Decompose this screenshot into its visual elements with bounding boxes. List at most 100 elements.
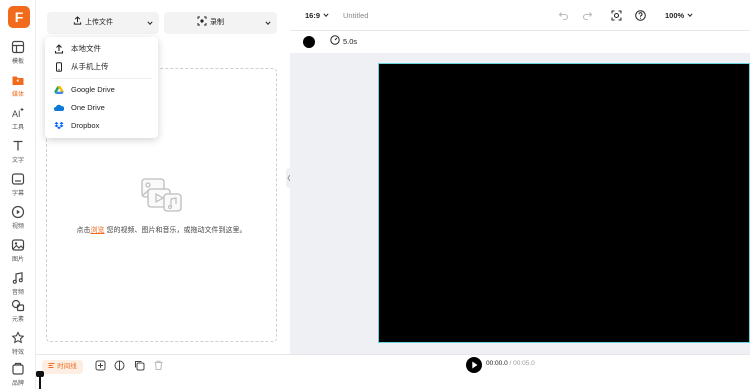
menu-item-dropbox[interactable]: Dropbox xyxy=(45,118,158,134)
rail-item-video[interactable]: 视频 xyxy=(0,205,36,235)
dropzone-suffix: 您的视频、图片和音乐，或拖动文件到这里。 xyxy=(104,227,247,234)
duration-control[interactable]: 5.0s xyxy=(330,31,357,53)
rail-item-elements[interactable]: 元素 xyxy=(0,298,36,328)
project-title[interactable]: Untitled xyxy=(343,0,368,31)
playback-time: 00:00.0 / 00:05.0 xyxy=(486,360,535,367)
rail-label: 特效 xyxy=(11,350,24,356)
svg-text:AI: AI xyxy=(12,109,21,119)
rail-item-media[interactable]: 媒体 xyxy=(0,73,36,103)
rail-label: 文字 xyxy=(11,158,24,164)
browse-link[interactable]: 浏览 xyxy=(91,227,105,234)
menu-item-label: Google Drive xyxy=(71,85,115,94)
canvas-workspace: 16:9 Untitled 100% 5.0s xyxy=(290,0,750,354)
record-button-label: 录制 xyxy=(210,19,224,26)
rail-item-music[interactable]: 音频 xyxy=(0,271,36,301)
timeline-icon xyxy=(48,363,55,368)
timeline-toggle-button[interactable]: 时间线 xyxy=(42,360,83,374)
rail-item-subtitle[interactable]: 字幕 xyxy=(0,172,36,202)
upload-button-label: 上传文件 xyxy=(85,19,113,26)
rail-item-text[interactable]: 文字 xyxy=(0,139,36,169)
text-icon xyxy=(13,140,23,151)
rail-item-image[interactable]: 图片 xyxy=(0,238,36,268)
video-canvas[interactable] xyxy=(378,63,750,343)
record-button[interactable]: 录制 xyxy=(164,12,277,34)
upload-icon xyxy=(73,16,82,25)
aspect-ratio-value: 16:9 xyxy=(305,11,321,20)
record-icon xyxy=(197,16,207,26)
rail-item-tools[interactable]: AI 工具 xyxy=(0,106,36,136)
menu-item-phone-upload[interactable]: 从手机上传 xyxy=(45,59,158,75)
image-icon xyxy=(11,239,25,251)
canvas-toolbar: 5.0s xyxy=(290,31,750,53)
chevron-down-icon xyxy=(687,13,693,17)
zoom-value: 100% xyxy=(665,11,685,20)
app-logo[interactable]: F xyxy=(8,6,30,28)
aspect-ratio-select[interactable]: 16:9 xyxy=(305,0,329,31)
subtitle-icon xyxy=(11,173,25,185)
rail-label: 音频 xyxy=(11,290,24,296)
duration-value: 5.0s xyxy=(343,37,358,46)
menu-item-label: One Drive xyxy=(71,103,105,112)
rail-label: 图片 xyxy=(11,257,24,263)
onedrive-icon xyxy=(54,104,64,111)
left-rail: F 模板 媒体 AI 工具 文字 字幕 视频 图片 音频 元素 特效 品牌 xyxy=(0,0,36,389)
dropbox-icon xyxy=(54,122,64,130)
upload-files-button[interactable]: 上传文件 xyxy=(47,12,159,34)
phone-icon xyxy=(56,62,62,72)
rail-label: 字幕 xyxy=(11,191,24,197)
rail-label: 模板 xyxy=(11,59,24,65)
rail-item-effects[interactable]: 特效 xyxy=(0,331,36,361)
chevron-down-icon xyxy=(323,13,329,17)
music-icon xyxy=(12,272,23,284)
rail-label: 工具 xyxy=(11,125,24,131)
video-icon xyxy=(11,205,25,219)
background-color-swatch[interactable] xyxy=(303,36,315,48)
capture-frame-icon[interactable] xyxy=(611,10,622,21)
undo-icon[interactable] xyxy=(558,10,569,21)
menu-item-label: Dropbox xyxy=(71,121,100,130)
rail-item-template[interactable]: 模板 xyxy=(0,40,36,70)
menu-item-one-drive[interactable]: One Drive xyxy=(45,100,158,116)
menu-item-google-drive[interactable]: Google Drive xyxy=(45,82,158,98)
effects-icon xyxy=(11,331,25,344)
help-icon[interactable] xyxy=(635,10,646,21)
menu-item-local-file[interactable]: 本地文件 xyxy=(45,41,158,57)
zoom-select[interactable]: 100% xyxy=(665,0,693,31)
rail-label: 元素 xyxy=(11,317,24,323)
template-icon xyxy=(11,40,25,54)
timeline-bar: 时间线 00:00.0 / 00:05.0 xyxy=(36,354,750,389)
dropzone-text: 点击浏览 您的视频、图片和音乐，或拖动文件到这里。 xyxy=(47,225,276,235)
top-bar: 16:9 Untitled 100% xyxy=(290,0,750,31)
redo-icon[interactable] xyxy=(582,10,593,21)
rail-label: 视频 xyxy=(11,224,24,230)
media-files-illustration-icon xyxy=(141,178,182,212)
split-icon[interactable] xyxy=(114,360,125,371)
dropzone-prefix: 点击 xyxy=(76,227,91,234)
upload-icon xyxy=(54,44,64,54)
play-button[interactable] xyxy=(466,357,482,373)
ai-tools-icon: AI xyxy=(12,107,24,119)
brand-icon xyxy=(12,362,24,375)
upload-source-menu: 本地文件 从手机上传 Google Drive One Drive Dropbo… xyxy=(45,37,158,138)
google-drive-icon xyxy=(54,86,64,94)
editor-app: F 模板 媒体 AI 工具 文字 字幕 视频 图片 音频 元素 特效 品牌 上传… xyxy=(0,0,750,389)
menu-divider xyxy=(51,78,152,79)
delete-icon[interactable] xyxy=(153,360,164,371)
total-time: 00:05.0 xyxy=(513,360,535,367)
timer-icon xyxy=(330,35,340,45)
duplicate-icon[interactable] xyxy=(134,360,145,371)
timeline-button-label: 时间线 xyxy=(57,363,77,370)
current-time: 00:00.0 xyxy=(486,360,508,367)
rail-item-brand[interactable]: 品牌 xyxy=(0,362,36,389)
media-icon xyxy=(12,76,24,85)
playhead[interactable] xyxy=(39,371,41,389)
add-track-icon[interactable] xyxy=(95,360,106,371)
elements-icon xyxy=(11,299,25,312)
rail-label: 媒体 xyxy=(11,92,24,98)
chevron-down-icon[interactable] xyxy=(265,20,271,26)
record-button-content: 录制 xyxy=(164,12,257,34)
rail-label: 品牌 xyxy=(11,381,24,387)
chevron-down-icon[interactable] xyxy=(147,20,153,26)
menu-item-label: 本地文件 xyxy=(71,44,101,53)
menu-item-label: 从手机上传 xyxy=(71,62,109,71)
